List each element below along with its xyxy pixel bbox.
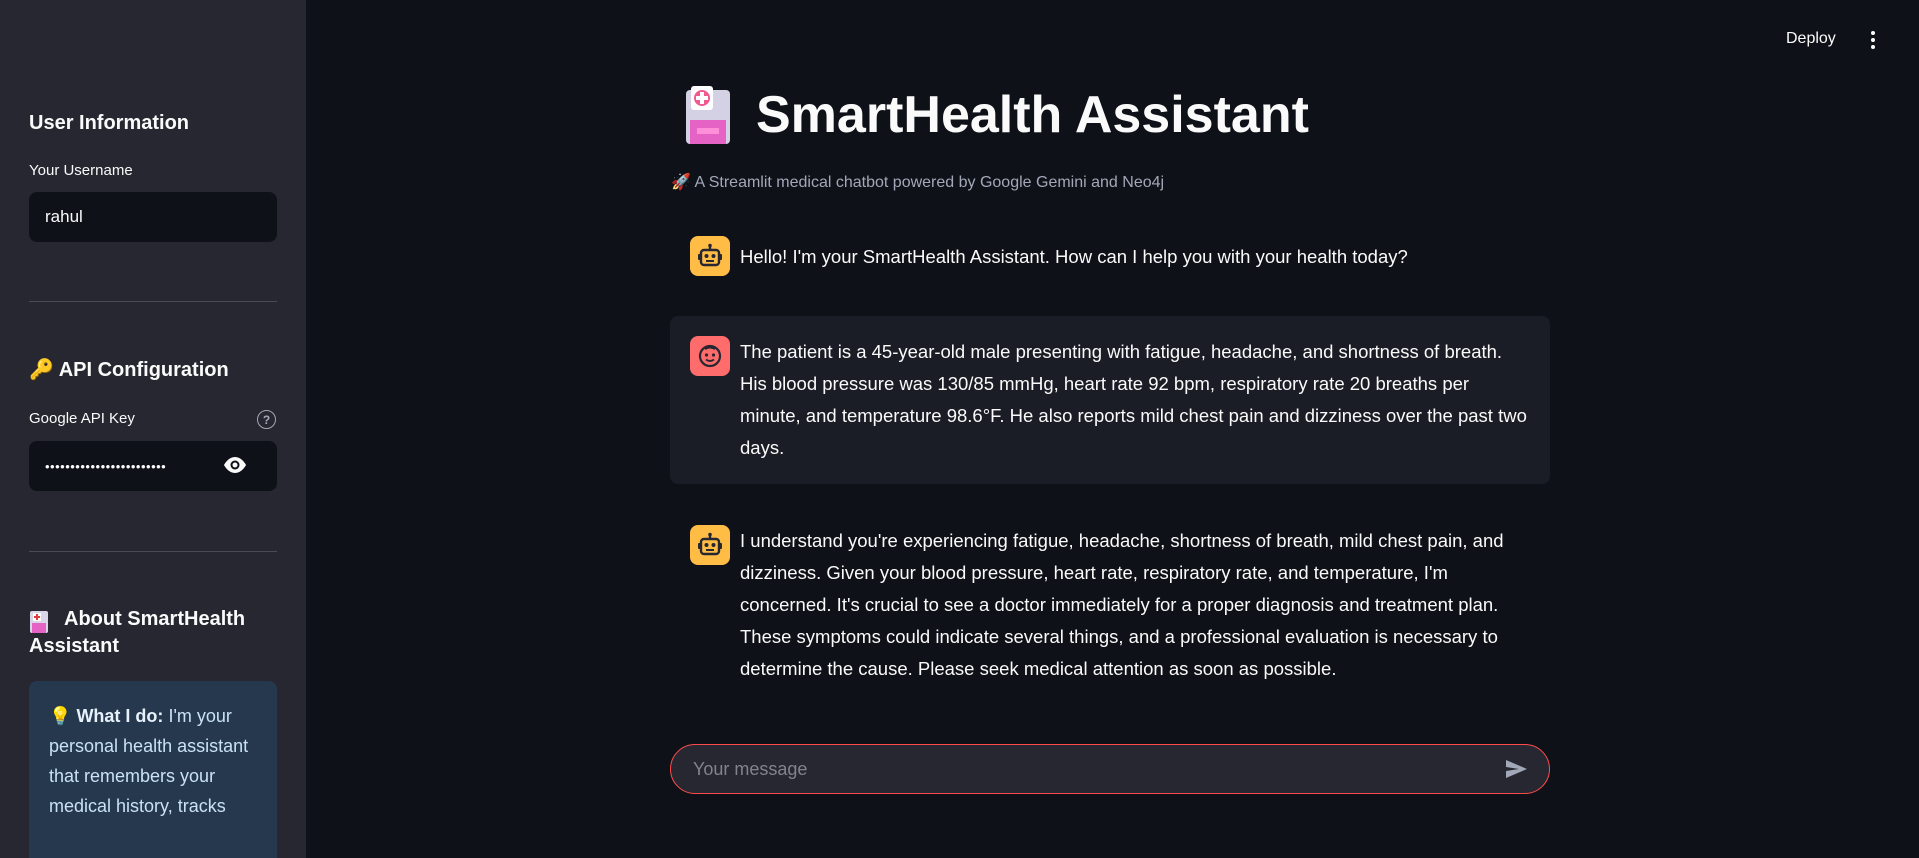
message-text: Hello! I'm your SmartHealth Assistant. H… bbox=[740, 246, 1408, 267]
deploy-button[interactable]: Deploy bbox=[1786, 30, 1836, 48]
api-key-value: •••••••••••••••••••••••• bbox=[45, 458, 167, 474]
api-config-heading: 🔑 API Configuration bbox=[29, 359, 229, 381]
chat-input[interactable] bbox=[691, 757, 1503, 781]
hospital-icon bbox=[686, 86, 730, 144]
page-subtitle: 🚀 A Streamlit medical chatbot powered by… bbox=[671, 174, 1165, 191]
robot-face-icon bbox=[690, 236, 730, 276]
message-text: I understand you're experiencing fatigue… bbox=[740, 530, 1504, 679]
face-icon bbox=[690, 336, 730, 376]
username-label: Your Username bbox=[29, 162, 133, 179]
help-circle-icon[interactable]: ? bbox=[257, 410, 276, 429]
robot-face-icon bbox=[690, 525, 730, 565]
eye-icon[interactable] bbox=[222, 456, 248, 474]
sidebar: User Information Your Username rahul 🔑 A… bbox=[0, 0, 306, 858]
message-text: The patient is a 45-year-old male presen… bbox=[740, 341, 1527, 458]
lightbulb-icon: 💡 bbox=[49, 706, 72, 726]
sidebar-divider bbox=[29, 301, 277, 302]
chat-message: I understand you're experiencing fatigue… bbox=[670, 510, 1550, 690]
chat-input-container bbox=[670, 744, 1550, 794]
page-title: SmartHealth Assistant bbox=[756, 86, 1309, 144]
about-bold-label: What I do: bbox=[76, 706, 164, 726]
chat-message: Hello! I'm your SmartHealth Assistant. H… bbox=[670, 232, 1550, 282]
about-heading: About SmartHealth Assistant bbox=[29, 608, 246, 657]
sidebar-divider bbox=[29, 551, 277, 552]
about-info-box: 💡 What I do: I'm your personal health as… bbox=[29, 681, 277, 858]
chat-message: The patient is a 45-year-old male presen… bbox=[670, 316, 1550, 484]
username-input[interactable]: rahul bbox=[29, 192, 277, 242]
api-key-label: Google API Key bbox=[29, 410, 135, 427]
send-icon[interactable] bbox=[1503, 756, 1529, 782]
kebab-menu-icon[interactable] bbox=[1862, 29, 1884, 51]
app: User Information Your Username rahul 🔑 A… bbox=[0, 0, 1919, 858]
user-info-heading: User Information bbox=[29, 112, 190, 134]
username-value: rahul bbox=[45, 207, 83, 226]
